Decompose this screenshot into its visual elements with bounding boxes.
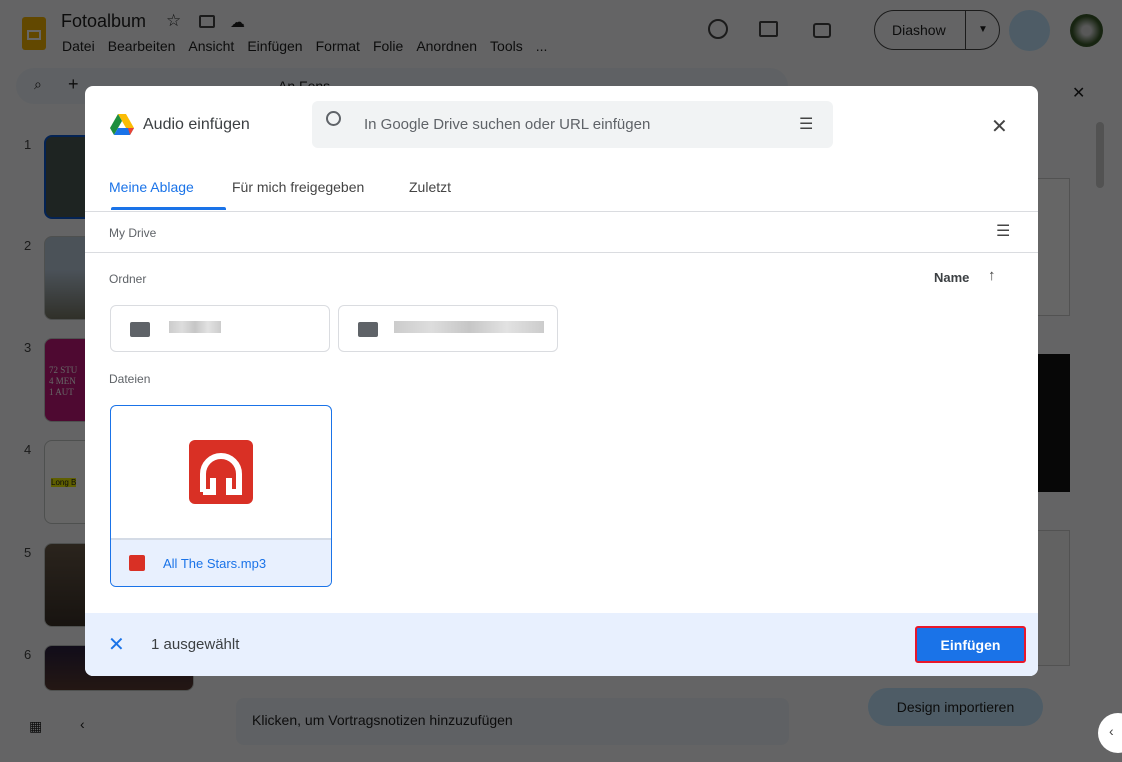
dialog-title: Audio einfügen: [143, 116, 250, 133]
speaker-notes[interactable]: Klicken, um Vortragsnotizen hinzuzufügen: [236, 698, 789, 745]
slide-number: 5: [24, 545, 32, 560]
notes-placeholder: Klicken, um Vortragsnotizen hinzuzufügen: [252, 712, 513, 728]
comment-icon[interactable]: [759, 21, 778, 37]
drive-search-input[interactable]: In Google Drive suchen oder URL einfügen…: [312, 101, 833, 148]
menu-anordnen[interactable]: Anordnen: [416, 38, 477, 54]
menu-folie[interactable]: Folie: [373, 38, 403, 54]
folders-label: Ordner: [109, 272, 147, 286]
search-options-icon[interactable]: ☰: [799, 114, 813, 134]
file-item-footer: All The Stars.mp3: [111, 538, 331, 586]
zoom-button[interactable]: +: [68, 74, 79, 95]
slide-number: 1: [24, 137, 32, 152]
search-icon[interactable]: ⌕: [34, 76, 42, 93]
search-placeholder: In Google Drive suchen oder URL einfügen: [364, 116, 651, 133]
menu-ansicht[interactable]: Ansicht: [188, 38, 234, 54]
collapse-panel-icon[interactable]: ‹: [80, 716, 85, 732]
insert-audio-dialog: Audio einfügen In Google Drive suchen od…: [85, 86, 1038, 676]
slide4-text: Long B: [51, 478, 77, 487]
file-item[interactable]: All The Stars.mp3: [110, 405, 332, 587]
meet-icon[interactable]: [813, 23, 831, 38]
share-button[interactable]: [1009, 10, 1050, 51]
folder-icon: [358, 322, 378, 337]
close-icon[interactable]: ✕: [991, 114, 1008, 139]
slideshow-dropdown[interactable]: ▼: [965, 11, 1000, 49]
menu-more[interactable]: ...: [536, 38, 548, 54]
selection-bar: ✕ 1 ausgewählt Einfügen: [85, 613, 1038, 676]
audio-small-icon: [129, 555, 145, 571]
import-theme-button[interactable]: Design importieren: [868, 688, 1043, 726]
cloud-icon[interactable]: ☁: [230, 13, 245, 31]
slide-number: 3: [24, 340, 32, 355]
slide-number: 2: [24, 238, 32, 253]
slideshow-label: Diashow: [892, 22, 946, 38]
slide-number: 4: [24, 442, 32, 457]
sort-name-button[interactable]: Name: [934, 270, 969, 285]
menu-bar: Datei Bearbeiten Ansicht Einfügen Format Foli…: [62, 38, 560, 56]
app-logo[interactable]: [22, 17, 46, 50]
menu-format[interactable]: Format: [316, 38, 360, 54]
menu-einfuegen[interactable]: Einfügen: [247, 38, 302, 54]
file-name: All The Stars.mp3: [163, 556, 267, 571]
history-icon[interactable]: [708, 19, 728, 39]
folder-item[interactable]: [338, 305, 558, 352]
selection-count: 1 ausgewählt: [151, 636, 240, 653]
clear-selection-icon[interactable]: ✕: [108, 632, 125, 657]
active-tab-indicator: [111, 207, 226, 210]
grid-view-icon[interactable]: ▦: [29, 718, 42, 735]
audio-file-icon: [189, 440, 253, 504]
slideshow-button[interactable]: Diashow ▼: [874, 10, 1000, 50]
menu-tools[interactable]: Tools: [490, 38, 523, 54]
files-label: Dateien: [109, 372, 151, 386]
tab-recent[interactable]: Zuletzt: [409, 179, 451, 195]
slide3-text: 72 STU 4 MEN 1 AUT: [49, 365, 78, 397]
themes-close-icon[interactable]: ✕: [1072, 83, 1085, 103]
star-icon[interactable]: ☆: [166, 11, 181, 31]
slide-number: 6: [24, 647, 32, 662]
divider: [85, 252, 1038, 253]
menu-datei[interactable]: Datei: [62, 38, 95, 54]
move-folder-icon[interactable]: [199, 15, 215, 28]
folder-item[interactable]: [110, 305, 330, 352]
sort-direction-icon[interactable]: ↑: [988, 267, 996, 284]
breadcrumb[interactable]: My Drive: [109, 226, 156, 240]
themes-scrollbar[interactable]: [1096, 122, 1104, 188]
tab-shared-with-me[interactable]: Für mich freigegeben: [232, 179, 364, 195]
list-view-icon[interactable]: ☰: [996, 221, 1010, 241]
redacted-folder-name: [394, 321, 544, 333]
menu-bearbeiten[interactable]: Bearbeiten: [108, 38, 176, 54]
insert-button[interactable]: Einfügen: [915, 626, 1026, 663]
tab-meine-ablage[interactable]: Meine Ablage: [109, 179, 194, 195]
redacted-folder-name: [169, 321, 221, 333]
search-icon: [326, 111, 341, 126]
document-title[interactable]: Fotoalbum: [61, 11, 146, 32]
google-drive-logo: [110, 114, 134, 135]
folder-icon: [130, 322, 150, 337]
divider: [85, 211, 1038, 212]
avatar[interactable]: [1070, 14, 1103, 47]
